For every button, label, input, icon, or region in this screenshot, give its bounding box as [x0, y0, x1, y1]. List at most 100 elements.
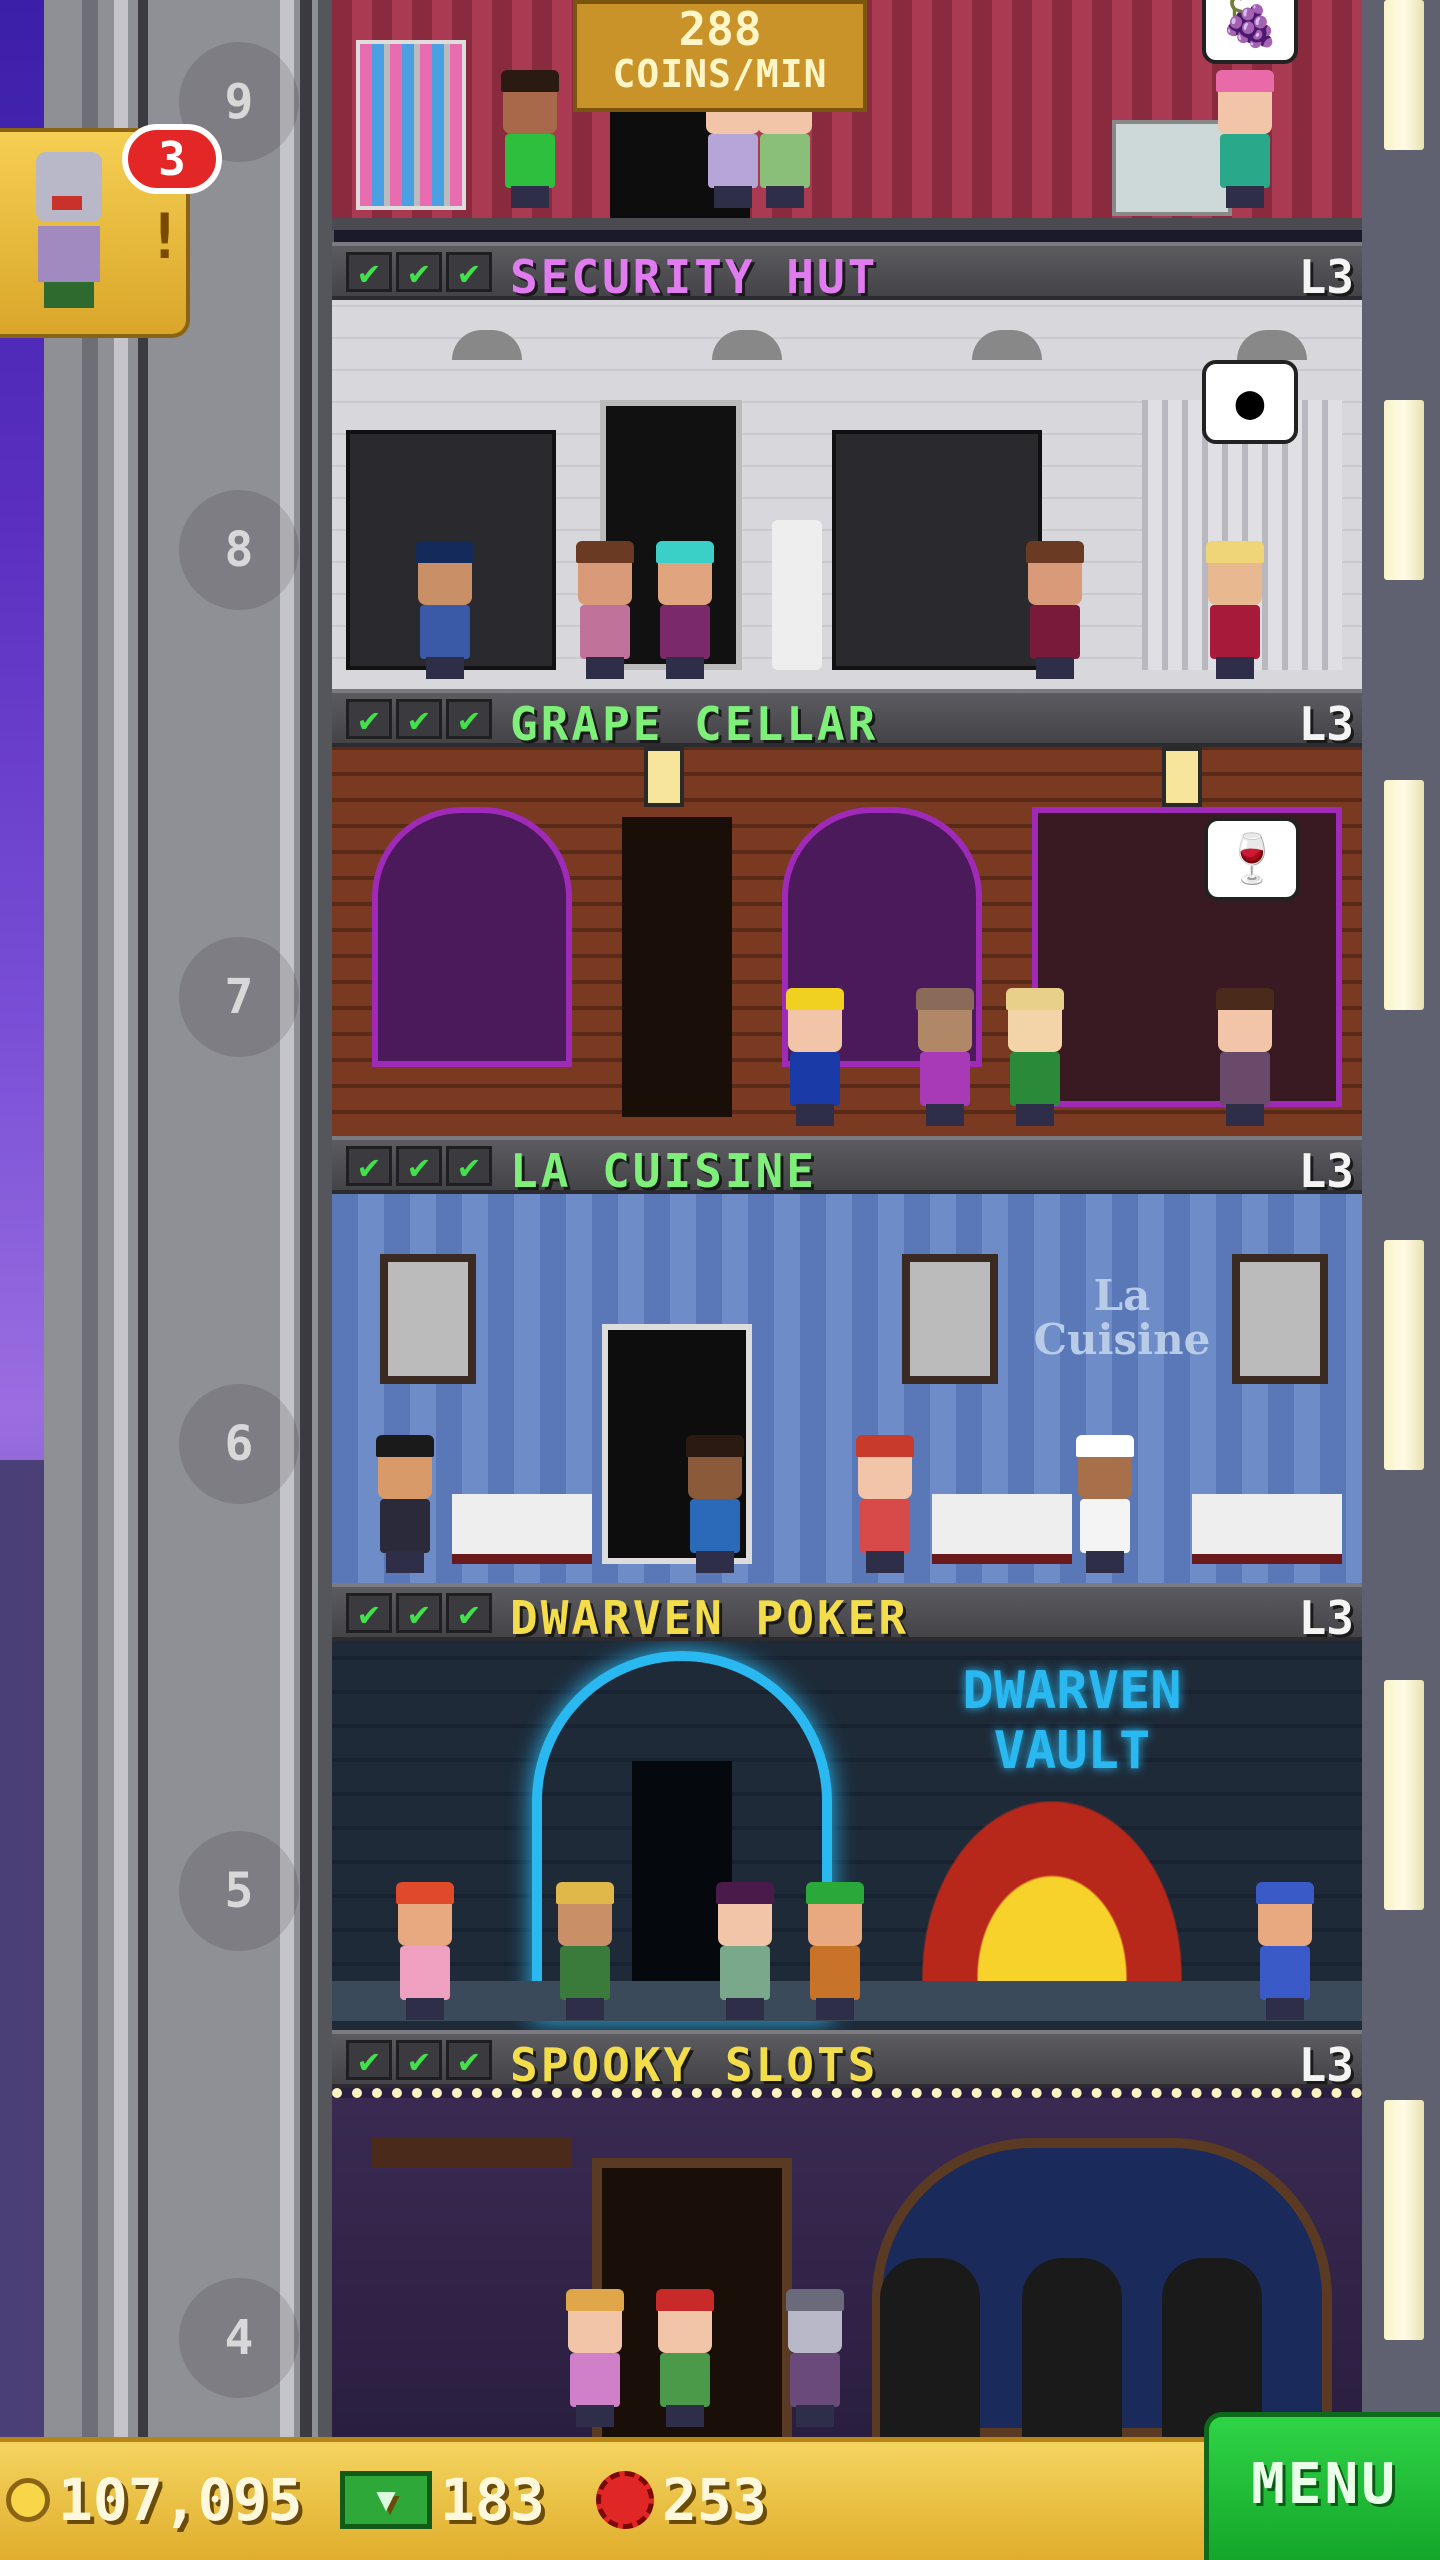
- alert-marker: !: [146, 200, 184, 273]
- tower-resident[interactable]: [652, 541, 718, 679]
- floor-header[interactable]: ✔ ✔ ✔ SECURITY HUT L3: [332, 242, 1362, 304]
- lantern: [644, 747, 684, 807]
- floor-number-7: 7: [179, 937, 299, 1057]
- elevator-shaft[interactable]: 9 8 7 6 5 4: [44, 0, 334, 2560]
- tower-resident[interactable]: [682, 1435, 748, 1573]
- dining-table: [1192, 1494, 1342, 1564]
- tower-resident[interactable]: [372, 1435, 438, 1573]
- floor-name: SECURITY HUT: [510, 250, 879, 304]
- room-interior[interactable]: ●: [332, 300, 1362, 689]
- tower-resident[interactable]: [562, 2289, 628, 2427]
- tower-resident[interactable]: [412, 541, 478, 679]
- tower-resident[interactable]: [1022, 541, 1088, 679]
- framed-painting: [1232, 1254, 1328, 1384]
- tower-window: [1384, 400, 1424, 580]
- tower-resident[interactable]: [782, 988, 848, 1126]
- menu-button[interactable]: MENU: [1204, 2412, 1440, 2560]
- tower-resident[interactable]: [1252, 1882, 1318, 2020]
- request-bubble[interactable]: ●: [1202, 360, 1298, 444]
- check-icon: ✔: [396, 699, 442, 739]
- tower-resident[interactable]: [912, 988, 978, 1126]
- floor-name: LA CUISINE: [510, 1144, 817, 1198]
- gems-value: 253: [662, 2466, 767, 2534]
- framed-painting: [380, 1254, 476, 1384]
- water-cooler: [772, 520, 822, 670]
- check-icon: ✔: [396, 1593, 442, 1633]
- request-bubble[interactable]: 🍇: [1202, 0, 1298, 64]
- tower-bux-icon: ▼: [340, 2471, 432, 2529]
- tower-resident[interactable]: [802, 1882, 868, 2020]
- check-icon: ✔: [346, 252, 392, 292]
- ceiling-lamp: [972, 330, 1042, 360]
- ceiling-lamp: [1237, 330, 1307, 360]
- floor-number-5: 5: [179, 1831, 299, 1951]
- coins-per-minute-unit: COINS/MIN: [612, 52, 828, 96]
- clothes-rack: [356, 40, 466, 210]
- check-icon: ✔: [446, 1146, 492, 1186]
- tower-resident[interactable]: [1202, 541, 1268, 679]
- dining-table: [932, 1494, 1072, 1564]
- city-silhouette: [0, 1460, 44, 2440]
- tower-resident[interactable]: [652, 2289, 718, 2427]
- slot-machine: [1162, 2258, 1262, 2437]
- floor-level: L3: [1298, 1144, 1354, 1198]
- request-bubble[interactable]: 🍷: [1204, 817, 1300, 901]
- dining-table: [452, 1494, 592, 1564]
- check-icon: ✔: [346, 699, 392, 739]
- floor-name: DWARVEN POKER: [510, 1591, 910, 1645]
- check-icon: ✔: [346, 1593, 392, 1633]
- check-icon: ✔: [446, 2040, 492, 2080]
- floor-la-cuisine[interactable]: ✔ ✔ ✔ LA CUISINE L3 La Cuisine: [332, 1136, 1362, 1583]
- gems-counter[interactable]: 253: [596, 2466, 767, 2534]
- tower-resident[interactable]: [552, 1882, 618, 2020]
- tower-resident[interactable]: [852, 1435, 918, 1573]
- floor-security-hut[interactable]: ✔ ✔ ✔ SECURITY HUT L3 ●: [332, 242, 1362, 689]
- check-icon: ✔: [396, 252, 442, 292]
- check-icon: ✔: [396, 2040, 442, 2080]
- gem-icon: [596, 2471, 654, 2529]
- check-icon: ✔: [396, 1146, 442, 1186]
- zombie-avatar-icon: [30, 152, 108, 312]
- tower-window: [1384, 1240, 1424, 1470]
- floor-header[interactable]: ✔ ✔ ✔ GRAPE CELLAR L3: [332, 689, 1362, 751]
- tower-window: [1384, 780, 1424, 1010]
- tower-resident[interactable]: [1002, 988, 1068, 1126]
- doorway: [622, 817, 732, 1117]
- tower-window: [1384, 1680, 1424, 1910]
- tower-resident[interactable]: [712, 1882, 778, 2020]
- tower-window: [1384, 0, 1424, 150]
- dwarven-vault-sign: DWARVEN VAULT: [962, 1661, 1182, 1781]
- tower-bux-counter[interactable]: ▼ 183: [340, 2466, 545, 2534]
- check-icon: ✔: [446, 1593, 492, 1633]
- check-icon: ✔: [446, 699, 492, 739]
- coins-per-minute-sign: 288 COINS/MIN: [573, 0, 867, 112]
- tower-resident[interactable]: [572, 541, 638, 679]
- coins-counter[interactable]: 107,095: [6, 2466, 302, 2534]
- tower-resident[interactable]: [392, 1882, 458, 2020]
- floor-header[interactable]: ✔ ✔ ✔ SPOOKY SLOTS L3: [332, 2030, 1362, 2092]
- zombie-visitor[interactable]: [782, 2289, 848, 2427]
- check-icon: ✔: [446, 252, 492, 292]
- tower-resident[interactable]: [497, 70, 563, 208]
- ceiling-lamp: [452, 330, 522, 360]
- room-interior[interactable]: DWARVEN VAULT: [332, 1641, 1362, 2030]
- framed-painting: [902, 1254, 998, 1384]
- tower-resident[interactable]: [1212, 70, 1278, 208]
- ceiling-lamp: [712, 330, 782, 360]
- floor-grape-cellar[interactable]: ✔ ✔ ✔ GRAPE CELLAR L3 🍷: [332, 689, 1362, 1136]
- room-interior[interactable]: [332, 2088, 1362, 2437]
- room-interior[interactable]: La Cuisine: [332, 1194, 1362, 1583]
- room-interior[interactable]: 🍷: [332, 747, 1362, 1136]
- floor-header[interactable]: ✔ ✔ ✔ DWARVEN POKER L3: [332, 1583, 1362, 1645]
- tower-bux-value: 183: [440, 2466, 545, 2534]
- tower-resident[interactable]: [1212, 988, 1278, 1126]
- floor-level: L3: [1298, 697, 1354, 751]
- floor-dwarven-poker[interactable]: ✔ ✔ ✔ DWARVEN POKER L3 DWARVEN VAULT: [332, 1583, 1362, 2030]
- floor-level: L3: [1298, 250, 1354, 304]
- tower-resident[interactable]: [1072, 1435, 1138, 1573]
- check-icon: ✔: [346, 1146, 392, 1186]
- notification-count-badge: 3: [122, 124, 222, 194]
- floor-header[interactable]: ✔ ✔ ✔ LA CUISINE L3: [332, 1136, 1362, 1198]
- floor-number-6: 6: [179, 1384, 299, 1504]
- floor-spooky-slots[interactable]: ✔ ✔ ✔ SPOOKY SLOTS L3: [332, 2030, 1362, 2437]
